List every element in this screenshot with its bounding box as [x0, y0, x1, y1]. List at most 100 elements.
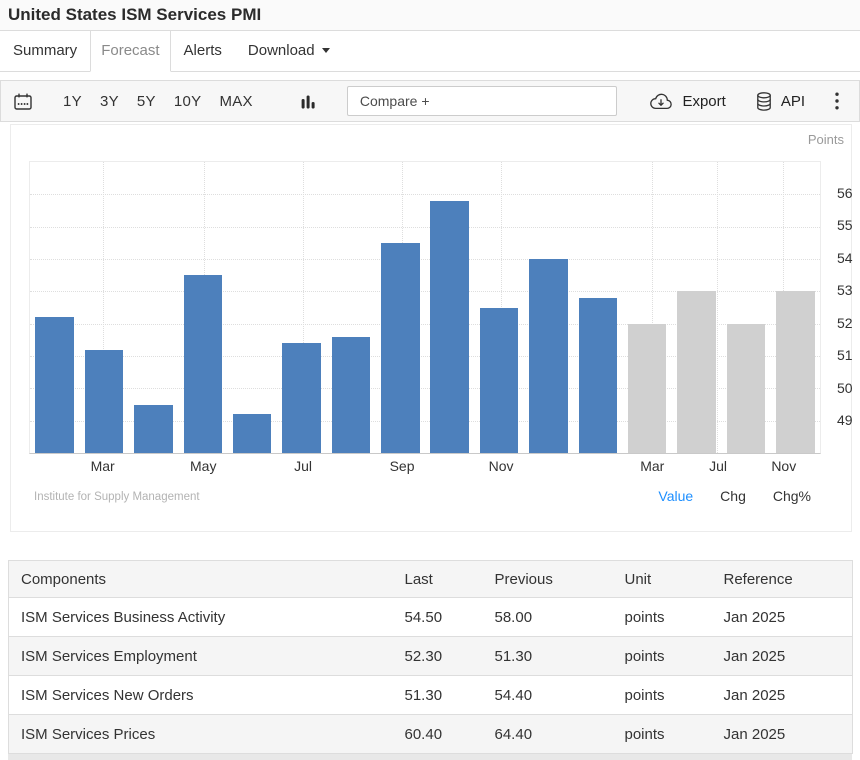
col-reference: Reference	[712, 561, 853, 598]
col-last: Last	[393, 561, 483, 598]
y-tick-label: 55	[837, 217, 853, 233]
grid-line-horizontal	[30, 194, 820, 195]
x-tick-label: Jul	[709, 458, 727, 474]
component-name: ISM Services New Orders	[9, 676, 393, 715]
chart-bar-actual[interactable]	[282, 343, 321, 453]
component-cell: points	[613, 637, 712, 676]
kebab-menu-icon	[835, 92, 839, 110]
api-button[interactable]: API	[756, 92, 805, 111]
calendar-icon	[14, 93, 32, 110]
chart-bar-actual[interactable]	[579, 298, 618, 453]
chart-bar-forecast[interactable]	[677, 291, 716, 453]
table-row[interactable]: ISM Services Employment52.3051.30pointsJ…	[9, 637, 853, 676]
component-cell: points	[613, 715, 712, 754]
grid-line-vertical	[717, 162, 718, 453]
bar-chart-icon	[300, 93, 316, 110]
database-icon	[756, 92, 772, 111]
x-tick-label: Sep	[390, 458, 415, 474]
components-table-body: ISM Services Business Activity54.5058.00…	[9, 598, 853, 754]
chart-bar-actual[interactable]	[233, 414, 272, 453]
component-cell: 64.40	[483, 715, 613, 754]
component-name: ISM Services Employment	[9, 637, 393, 676]
y-tick-label: 56	[837, 185, 853, 201]
calendar-button[interactable]	[14, 93, 32, 110]
tab-forecast[interactable]: Forecast	[90, 31, 170, 72]
chart-bar-actual[interactable]	[35, 317, 74, 453]
range-selector: 1Y 3Y 5Y 10Y MAX	[54, 93, 262, 110]
y-tick-label: 51	[837, 347, 853, 363]
component-cell: 58.00	[483, 598, 613, 637]
view-value[interactable]: Value	[658, 488, 693, 504]
more-options-button[interactable]	[831, 92, 843, 110]
next-row-partial	[8, 754, 852, 760]
table-row[interactable]: ISM Services Prices60.4064.40pointsJan 2…	[9, 715, 853, 754]
chart-toolbar: 1Y 3Y 5Y 10Y MAX Export	[0, 80, 860, 122]
source-attribution: Institute for Supply Management	[34, 491, 200, 503]
component-cell: Jan 2025	[712, 598, 853, 637]
page-title: United States ISM Services PMI	[8, 5, 261, 25]
view-chg-pct[interactable]: Chg%	[773, 488, 811, 504]
y-tick-label: 49	[837, 412, 853, 428]
forecast-chart: Points 4950515253545556 MarMayJulSepNovM…	[10, 124, 852, 532]
col-unit: Unit	[613, 561, 712, 598]
range-1y[interactable]: 1Y	[54, 93, 91, 110]
grid-line-horizontal	[30, 259, 820, 260]
chart-bar-actual[interactable]	[430, 201, 469, 453]
component-cell: points	[613, 598, 712, 637]
tab-download-label: Download	[248, 42, 315, 59]
y-axis-unit-label: Points	[808, 132, 844, 147]
toolbar-right-group: Export API	[649, 92, 849, 111]
compare-input[interactable]	[347, 86, 617, 116]
table-row[interactable]: ISM Services Business Activity54.5058.00…	[9, 598, 853, 637]
y-tick-label: 50	[837, 380, 853, 396]
component-cell: 51.30	[483, 637, 613, 676]
component-cell: Jan 2025	[712, 676, 853, 715]
chart-bar-actual[interactable]	[184, 275, 223, 453]
range-5y[interactable]: 5Y	[128, 93, 165, 110]
x-axis-labels: MarMayJulSepNovMarJulNov	[29, 458, 821, 478]
component-cell: 60.40	[393, 715, 483, 754]
x-tick-label: Nov	[489, 458, 514, 474]
tab-bar: Summary Forecast Alerts Download	[0, 31, 860, 72]
export-cloud-download-icon	[649, 93, 673, 110]
col-previous: Previous	[483, 561, 613, 598]
chart-bar-actual[interactable]	[480, 308, 519, 454]
component-cell: Jan 2025	[712, 715, 853, 754]
x-tick-label: Jul	[294, 458, 312, 474]
component-name: ISM Services Prices	[9, 715, 393, 754]
page-header: United States ISM Services PMI	[0, 0, 860, 31]
grid-line-horizontal	[30, 227, 820, 228]
component-cell: 54.50	[393, 598, 483, 637]
tab-alerts[interactable]: Alerts	[171, 31, 235, 71]
chart-view-switcher: Value Chg Chg%	[658, 488, 811, 504]
tab-summary[interactable]: Summary	[0, 31, 90, 71]
api-label: API	[781, 93, 805, 110]
chart-bar-forecast[interactable]	[628, 324, 667, 453]
chart-bar-actual[interactable]	[134, 405, 173, 454]
chart-bar-actual[interactable]	[332, 337, 371, 453]
chart-type-button[interactable]	[300, 93, 316, 110]
table-row[interactable]: ISM Services New Orders51.3054.40pointsJ…	[9, 676, 853, 715]
view-chg[interactable]: Chg	[720, 488, 746, 504]
y-axis-labels: 4950515253545556	[837, 161, 860, 454]
component-name: ISM Services Business Activity	[9, 598, 393, 637]
chart-bar-actual[interactable]	[529, 259, 568, 453]
export-button[interactable]: Export	[649, 93, 725, 110]
chart-bar-actual[interactable]	[381, 243, 420, 453]
range-3y[interactable]: 3Y	[91, 93, 128, 110]
components-table: Components Last Previous Unit Reference …	[8, 560, 853, 754]
x-tick-label: Mar	[640, 458, 664, 474]
chart-bar-forecast[interactable]	[776, 291, 815, 453]
chart-bar-forecast[interactable]	[727, 324, 766, 453]
caret-down-icon	[322, 48, 330, 53]
col-components: Components	[9, 561, 393, 598]
component-cell: points	[613, 676, 712, 715]
range-10y[interactable]: 10Y	[165, 93, 211, 110]
range-max[interactable]: MAX	[210, 93, 261, 110]
x-tick-label: Nov	[771, 458, 796, 474]
tab-download[interactable]: Download	[235, 31, 343, 71]
component-cell: Jan 2025	[712, 637, 853, 676]
component-cell: 52.30	[393, 637, 483, 676]
chart-bar-actual[interactable]	[85, 350, 124, 453]
x-tick-label: Mar	[91, 458, 115, 474]
